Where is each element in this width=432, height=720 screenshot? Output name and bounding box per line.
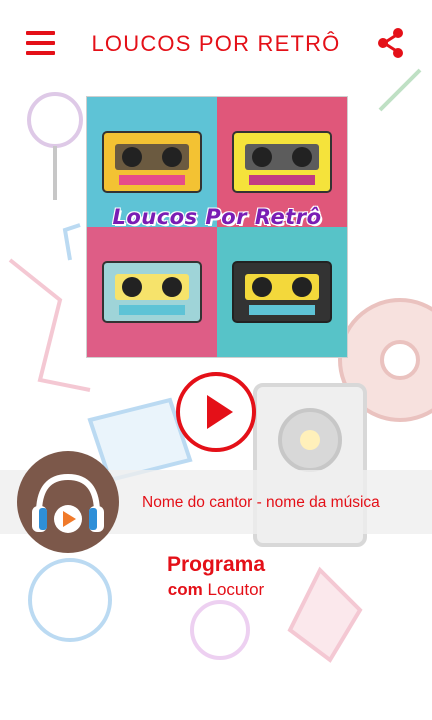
cassette-icon	[232, 261, 332, 323]
cover-quadrant	[217, 227, 347, 357]
share-icon	[378, 28, 403, 58]
play-button[interactable]	[175, 371, 257, 453]
host-line: com Locutor	[0, 580, 432, 600]
program-info: Programa com Locutor	[0, 553, 432, 600]
track-info: Nome do cantor - nome da música	[142, 494, 380, 511]
cover-logo-text: Loucos Por Retrô	[112, 205, 322, 229]
play-icon	[176, 372, 256, 452]
program-name: Programa	[166, 553, 266, 576]
host-prefix: com	[167, 580, 203, 599]
top-app-bar: LOUCOS POR RETRÔ	[0, 0, 432, 90]
avatar	[17, 451, 119, 553]
host-name: Locutor	[207, 580, 265, 599]
app-title: LOUCOS POR RETRÔ	[91, 31, 341, 56]
menu-button[interactable]	[26, 30, 56, 56]
cover-quadrant	[87, 227, 217, 357]
share-button[interactable]	[375, 27, 407, 59]
headphones-icon	[32, 473, 104, 533]
cassette-icon	[102, 261, 202, 323]
album-cover: Loucos Por Retrô	[86, 96, 348, 358]
